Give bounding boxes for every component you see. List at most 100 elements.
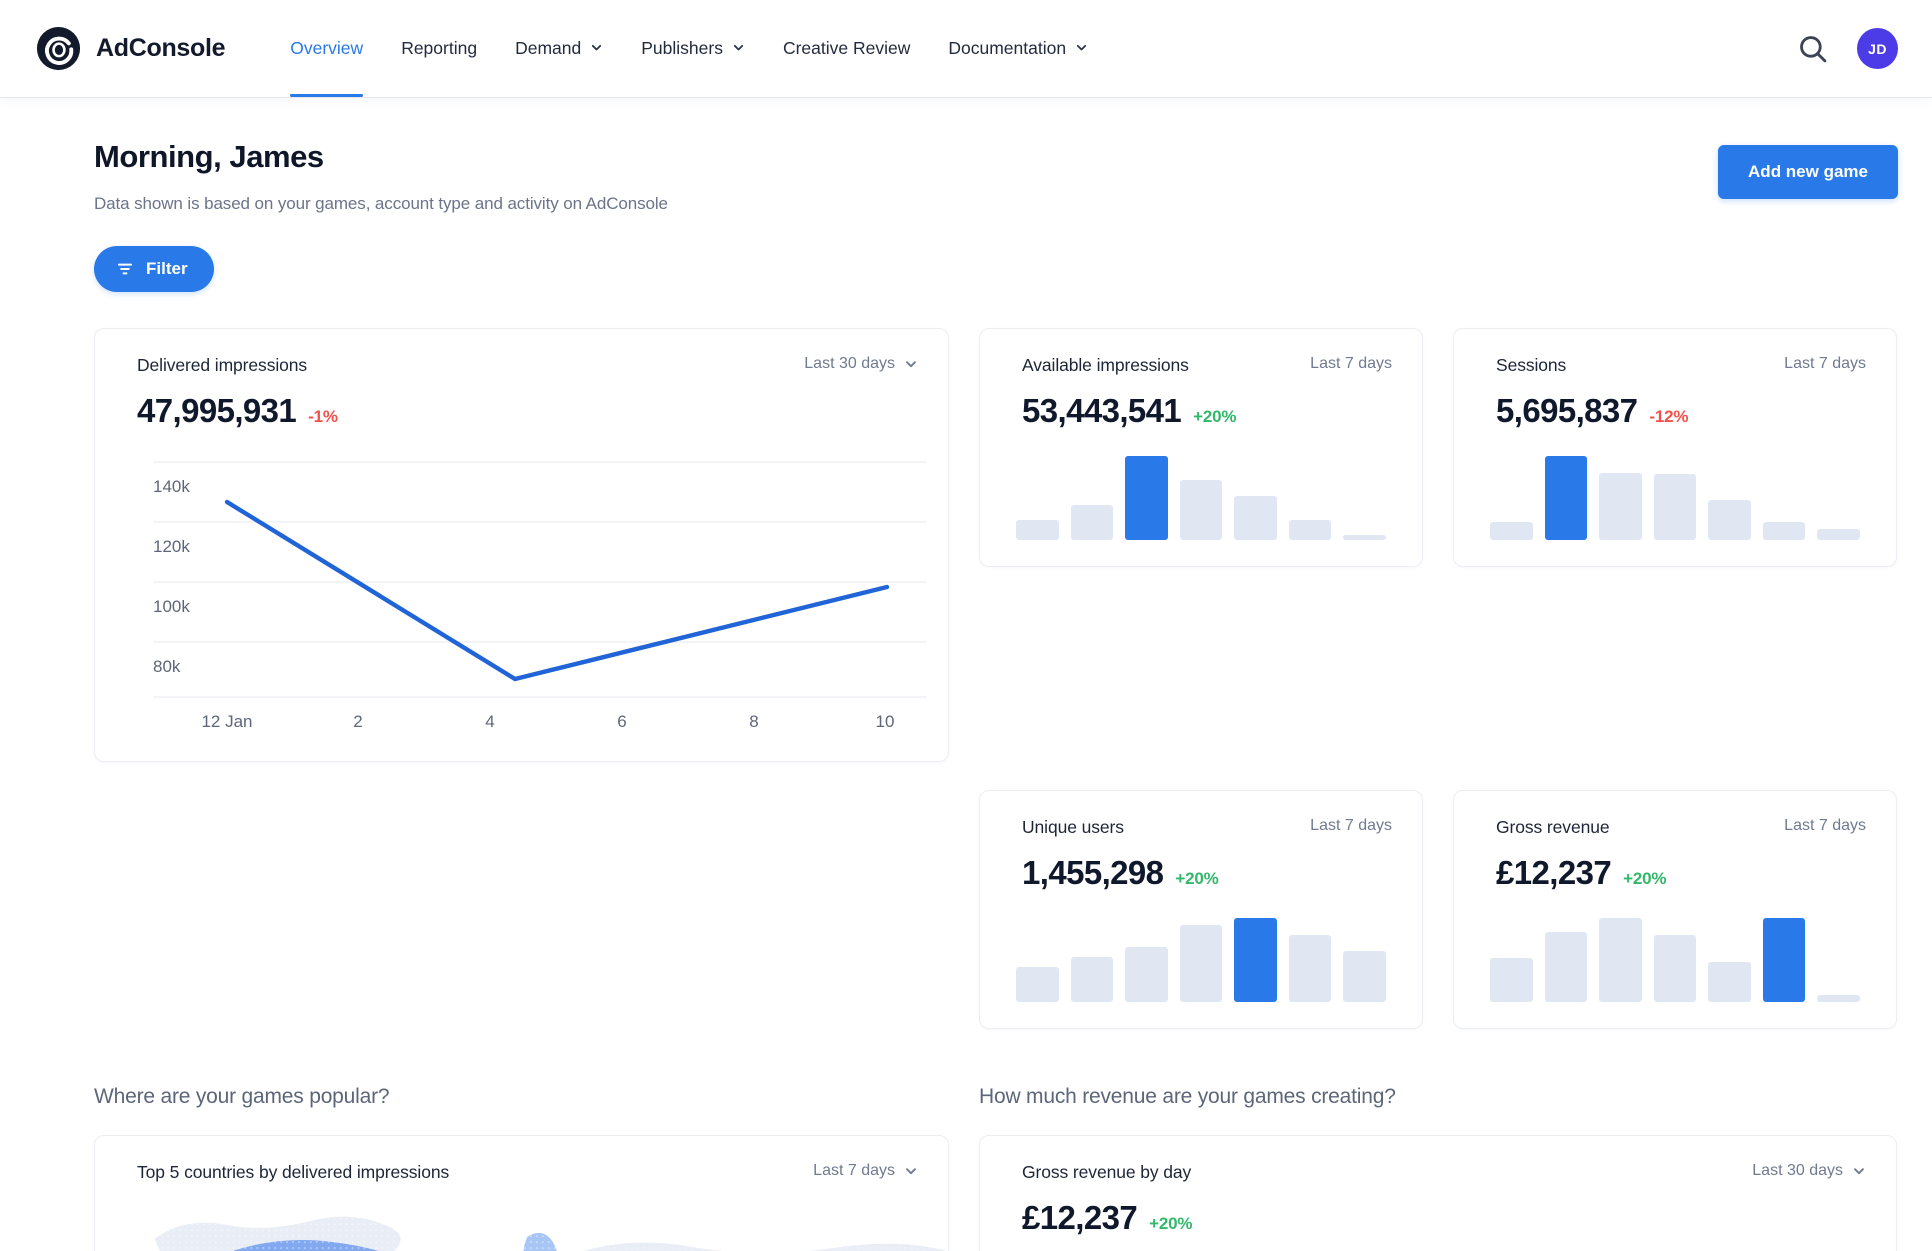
date-range-label: Last 30 days bbox=[804, 355, 895, 372]
bar bbox=[1234, 918, 1277, 1002]
chevron-down-icon bbox=[1854, 1168, 1864, 1175]
nav-item-demand[interactable]: Demand bbox=[496, 0, 622, 97]
date-range-selector[interactable]: Last 30 days bbox=[1752, 1162, 1866, 1180]
gross-revenue-by-day-card: Gross revenue by day Last 30 days £12,23… bbox=[979, 1135, 1897, 1251]
nav-item-creative-review[interactable]: Creative Review bbox=[764, 0, 929, 97]
unique-users-card: Unique users Last 7 days 1,455,298 +20% bbox=[979, 790, 1423, 1029]
nav-item-label: Overview bbox=[290, 38, 364, 58]
bar bbox=[1343, 950, 1387, 1002]
search-icon[interactable] bbox=[1796, 32, 1830, 66]
popular-section: Where are your games popular? Top 5 coun… bbox=[94, 1029, 949, 1251]
main-nav: Overview Reporting Demand Publishers Creativ… bbox=[271, 0, 1107, 97]
metric-delta: -1% bbox=[308, 407, 338, 426]
metric-delta: +20% bbox=[1175, 869, 1219, 888]
revenue-section-title: How much revenue are your games creating… bbox=[979, 1085, 1396, 1108]
svg-text:2: 2 bbox=[353, 712, 362, 731]
page-subtitle: Data shown is based on your games, accou… bbox=[94, 194, 668, 213]
page-header: Morning, James Data shown is based on yo… bbox=[94, 97, 1898, 214]
bar bbox=[1708, 961, 1751, 1002]
page-content: Morning, James Data shown is based on yo… bbox=[0, 97, 1932, 1251]
avatar[interactable]: JD bbox=[1857, 28, 1898, 69]
bar bbox=[1070, 504, 1114, 540]
revenue-section: How much revenue are your games creating… bbox=[979, 1029, 1897, 1251]
nav-item-overview[interactable]: Overview bbox=[271, 0, 382, 97]
bar bbox=[1817, 529, 1861, 540]
bar bbox=[1288, 934, 1332, 1002]
bar bbox=[1343, 534, 1387, 540]
metric-value: 5,695,837 bbox=[1496, 392, 1638, 429]
svg-text:80k: 80k bbox=[153, 657, 181, 676]
chevron-down-icon bbox=[906, 361, 916, 368]
metric-value: 47,995,931 bbox=[137, 392, 297, 429]
chevron-down-icon bbox=[906, 1168, 916, 1175]
card-header: Gross revenue by day Last 30 days bbox=[980, 1136, 1896, 1183]
bar bbox=[1653, 934, 1697, 1002]
svg-text:6: 6 bbox=[617, 712, 626, 731]
bar bbox=[1125, 456, 1168, 540]
nav-item-documentation[interactable]: Documentation bbox=[929, 0, 1107, 97]
brand-logo[interactable]: AdConsole bbox=[36, 26, 226, 71]
bar bbox=[1125, 947, 1168, 1002]
chevron-down-icon bbox=[592, 44, 602, 51]
bar bbox=[1016, 519, 1059, 540]
filter-button[interactable]: Filter bbox=[94, 246, 214, 292]
bar bbox=[1288, 519, 1332, 540]
card-title: Unique users bbox=[1022, 817, 1124, 837]
metric-value: 1,455,298 bbox=[1022, 854, 1164, 891]
date-range-label: Last 7 days bbox=[1784, 355, 1866, 372]
nav-item-reporting[interactable]: Reporting bbox=[382, 0, 496, 97]
nav-item-label: Reporting bbox=[401, 38, 478, 58]
date-range-label: Last 7 days bbox=[1784, 817, 1866, 834]
metric-row: 1,455,298 +20% bbox=[980, 838, 1422, 892]
line-series bbox=[224, 499, 890, 682]
top-countries-card: Top 5 countries by delivered impressions… bbox=[94, 1135, 949, 1251]
bar bbox=[1762, 918, 1806, 1002]
filter-button-label: Filter bbox=[146, 259, 188, 278]
bar bbox=[1070, 957, 1114, 1002]
bar bbox=[1016, 966, 1059, 1002]
metric-value: 53,443,541 bbox=[1022, 392, 1182, 429]
date-range-selector[interactable]: Last 7 days bbox=[813, 1162, 918, 1180]
card-title: Top 5 countries by delivered impressions bbox=[137, 1162, 450, 1182]
date-range-selector[interactable]: Last 30 days bbox=[804, 355, 918, 373]
card-header: Gross revenue Last 7 days bbox=[1454, 791, 1896, 838]
metric-value: £12,237 bbox=[1022, 1199, 1138, 1236]
gross-revenue-line-chart: 140k bbox=[980, 1237, 1896, 1251]
card-title: Available impressions bbox=[1022, 355, 1189, 375]
nav-item-label: Publishers bbox=[641, 38, 723, 58]
metric-row: 47,995,931 -1% bbox=[95, 376, 948, 430]
date-range-label: Last 7 days bbox=[813, 1162, 895, 1179]
metric-delta: +20% bbox=[1193, 407, 1237, 426]
metric-row: 53,443,541 +20% bbox=[980, 376, 1422, 430]
date-range-label: Last 7 days bbox=[1310, 355, 1392, 372]
metric-row: £12,237 +20% bbox=[980, 1183, 1896, 1237]
metric-delta: +20% bbox=[1149, 1214, 1193, 1233]
metric-value: £12,237 bbox=[1496, 854, 1612, 891]
card-header: Sessions Last 7 days bbox=[1454, 329, 1896, 376]
chevron-down-icon bbox=[733, 44, 744, 51]
svg-text:8: 8 bbox=[749, 712, 758, 731]
dashboard-grid: Delivered impressions Last 30 days 47,99… bbox=[94, 328, 1898, 1029]
date-range-label: Last 7 days bbox=[1310, 817, 1392, 834]
bar bbox=[1544, 456, 1588, 540]
svg-text:10: 10 bbox=[876, 712, 895, 731]
nav-item-label: Creative Review bbox=[782, 38, 911, 58]
sessions-bar-chart bbox=[1454, 456, 1896, 566]
add-new-game-button[interactable]: Add new game bbox=[1718, 145, 1898, 199]
bar bbox=[1179, 479, 1223, 540]
lower-sections: Where are your games popular? Top 5 coun… bbox=[94, 1029, 1898, 1251]
available-impressions-card: Available impressions Last 7 days 53,443,5… bbox=[979, 328, 1423, 567]
bar bbox=[1653, 474, 1697, 540]
bar bbox=[1708, 499, 1751, 540]
nav-item-publishers[interactable]: Publishers bbox=[622, 0, 764, 97]
chevron-down-icon bbox=[1076, 44, 1087, 51]
line-chart-svg: 140k 120k 100k 80k 12 Jan 2 4 6 8 10 bbox=[153, 461, 927, 731]
card-title: Gross revenue by day bbox=[1022, 1162, 1192, 1182]
bar bbox=[1599, 472, 1642, 540]
page-title: Morning, James bbox=[94, 139, 324, 174]
bar bbox=[1234, 496, 1277, 540]
svg-text:100k: 100k bbox=[153, 597, 190, 616]
card-title: Delivered impressions bbox=[137, 355, 308, 375]
gross-revenue-card: Gross revenue Last 7 days £12,237 +20% bbox=[1453, 790, 1897, 1029]
metric-row: 5,695,837 -12% bbox=[1454, 376, 1896, 430]
